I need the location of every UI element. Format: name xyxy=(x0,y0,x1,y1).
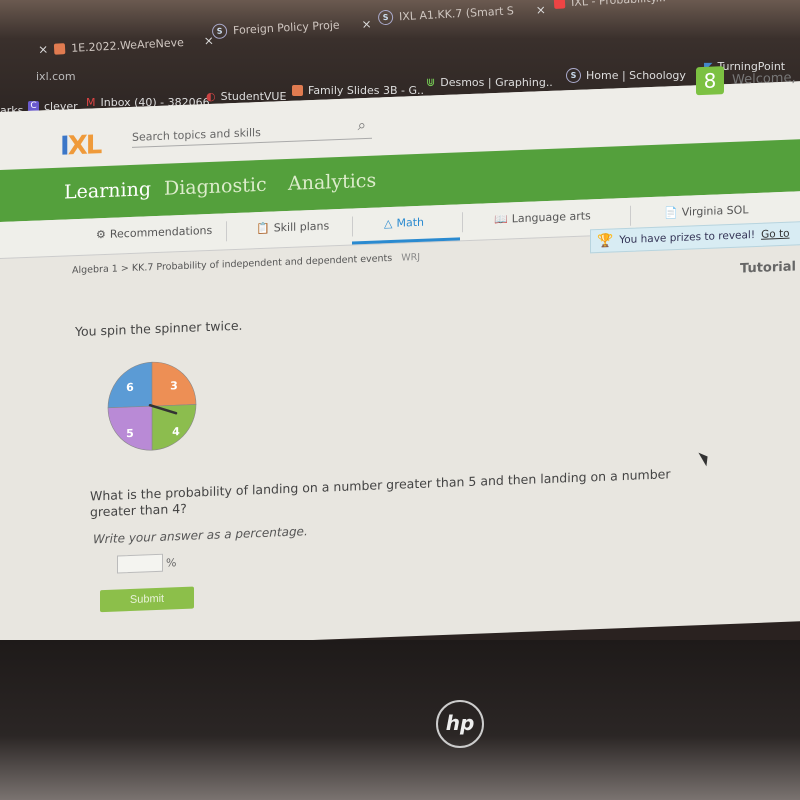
tab-recommendations[interactable]: ⚙ Recommendations xyxy=(96,224,212,241)
nav-analytics[interactable]: Analytics xyxy=(288,170,376,195)
question-intro: You spin the spinner twice. xyxy=(75,317,243,340)
laptop-bezel xyxy=(0,640,800,800)
nav-learning[interactable]: Learning xyxy=(64,178,151,203)
schoology-icon: S xyxy=(211,23,228,40)
gmail-icon: M xyxy=(86,96,96,109)
tab-virginia-sol[interactable]: 📄 Virginia SOL xyxy=(664,203,748,219)
ixl-icon xyxy=(553,0,566,9)
tab-language-arts[interactable]: 📖 Language arts xyxy=(494,209,591,226)
spinner-label: 4 xyxy=(172,425,180,438)
schoology-icon: S xyxy=(377,9,394,26)
trophy-icon: 🏆 xyxy=(597,232,614,249)
math-pyramid-icon: △ xyxy=(384,216,393,231)
breadcrumb-skill: KK.7 Probability of independent and depe… xyxy=(131,252,393,274)
tab[interactable]: S Foreign Policy Proje × xyxy=(211,16,372,40)
close-tab-icon[interactable]: × xyxy=(361,16,372,31)
spinner-label: 3 xyxy=(170,379,178,392)
tab[interactable]: S IXL A1.KK.7 (Smart S × xyxy=(377,2,547,26)
book-icon: 📖 xyxy=(494,212,508,227)
breadcrumb-subject[interactable]: Algebra 1 xyxy=(72,263,118,276)
breadcrumb-separator: > xyxy=(120,263,129,275)
answer-instruction: Write your answer as a percentage. xyxy=(93,524,308,547)
search-icon[interactable]: ⌕ xyxy=(358,116,366,134)
ixl-logo[interactable]: IXL xyxy=(60,130,100,162)
close-tab-icon[interactable]: × xyxy=(38,42,49,57)
search-input[interactable]: Search topics and skills ⌕ xyxy=(132,116,372,148)
tab-active[interactable]: IXL - Probability... xyxy=(553,0,666,10)
tutorial-button[interactable]: Tutorial xyxy=(740,259,796,276)
submit-button[interactable]: Submit xyxy=(100,586,194,613)
question-prompt: What is the probability of landing on a … xyxy=(90,466,671,520)
answer-row: % xyxy=(117,553,177,574)
divider xyxy=(352,216,353,237)
spinner-diagram: 6 3 4 5 xyxy=(107,361,197,451)
prize-link[interactable]: Go to xyxy=(761,228,789,241)
user-welcome[interactable]: 8 Welcome, xyxy=(696,63,796,96)
close-tab-icon[interactable]: × xyxy=(535,2,546,17)
spinner-label: 6 xyxy=(126,381,134,394)
answer-input[interactable] xyxy=(117,553,163,574)
nav-diagnostic[interactable]: Diagnostic xyxy=(164,174,267,200)
address-bar[interactable]: ixl.com xyxy=(36,70,76,83)
studentvue-icon: ◐ xyxy=(206,90,216,103)
avatar[interactable]: 8 xyxy=(696,66,724,96)
schoology-icon: S xyxy=(566,68,581,83)
bookmark-desmos[interactable]: ⋓ Desmos | Graphing.. xyxy=(426,76,553,89)
skill-plans-icon: 📋 xyxy=(256,221,270,236)
breadcrumb: Algebra 1 > KK.7 Probability of independ… xyxy=(72,252,420,276)
ixl-page: IXL Search topics and skills ⌕ 8 Welcome… xyxy=(0,66,800,659)
tab-skill-plans[interactable]: 📋 Skill plans xyxy=(256,219,329,235)
bookmark-schoology[interactable]: S Home | Schoology xyxy=(566,68,686,83)
hp-logo: hp xyxy=(436,700,484,748)
spinner-label: 5 xyxy=(126,427,134,440)
standards-icon: 📄 xyxy=(664,205,678,220)
divider xyxy=(462,212,463,233)
divider xyxy=(226,221,227,242)
tab-math[interactable]: △ Math xyxy=(384,216,424,231)
divider xyxy=(630,205,631,226)
skill-code: WRJ xyxy=(401,251,421,264)
recommendations-icon: ⚙ xyxy=(96,227,106,242)
slides-icon xyxy=(53,42,66,55)
slides-icon xyxy=(292,85,303,96)
tab[interactable]: × 1E.2022.WeAreNeve × xyxy=(38,33,214,56)
desmos-icon: ⋓ xyxy=(426,76,436,89)
bookmark-family-slides[interactable]: Family Slides 3B - G.. xyxy=(292,84,424,97)
active-tab-indicator xyxy=(352,237,460,245)
percent-unit: % xyxy=(166,555,177,570)
